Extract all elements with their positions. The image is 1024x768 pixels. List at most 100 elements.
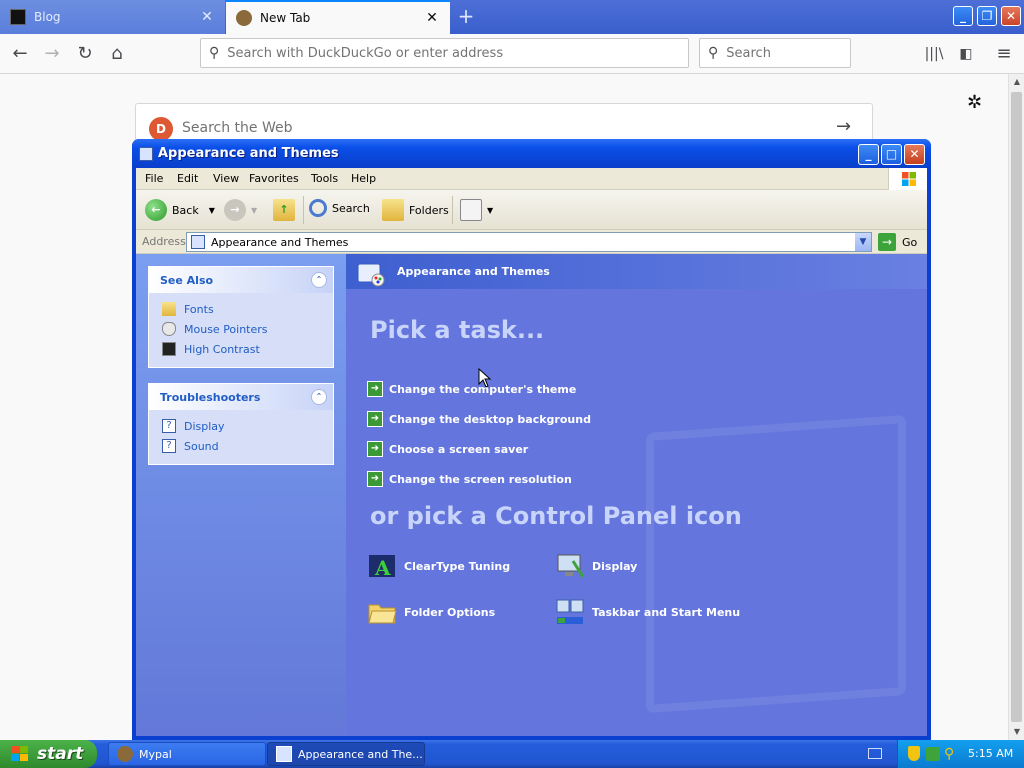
start-button[interactable]: start	[0, 740, 97, 768]
scroll-up-icon[interactable]: ▲	[1009, 74, 1024, 90]
collapse-icon[interactable]: ⌃	[311, 272, 327, 288]
toolbar-separator	[303, 196, 304, 224]
window-close-button[interactable]: ✕	[904, 144, 925, 165]
see-also-title: See Also	[160, 273, 214, 287]
high-contrast-icon	[162, 342, 176, 356]
collapse-icon[interactable]: ⌃	[311, 389, 327, 405]
folders-icon	[382, 199, 404, 221]
tab-blog[interactable]: Blog ✕	[0, 0, 225, 34]
cleartype-tuning-item[interactable]: A ClearType Tuning	[367, 551, 510, 581]
gear-icon[interactable]: ✲	[967, 92, 982, 113]
close-icon[interactable]: ✕	[424, 10, 440, 26]
task-label: Choose a screen saver	[389, 442, 529, 456]
menu-edit[interactable]: Edit	[177, 172, 198, 185]
address-field[interactable]: Appearance and Themes ▼	[186, 232, 872, 252]
back-icon[interactable]: ←	[6, 40, 34, 68]
sidebar-icon[interactable]: ◧	[952, 40, 980, 68]
see-also-high-contrast[interactable]: High Contrast	[149, 339, 333, 359]
views-button[interactable]: ▼	[460, 199, 493, 221]
chevron-down-icon[interactable]: ▼	[209, 206, 215, 215]
windows-flag-icon	[902, 172, 916, 186]
home-icon[interactable]: ⌂	[103, 40, 131, 68]
minimize-button[interactable]: _	[953, 6, 973, 26]
category-pane: Appearance and Themes Pick a task... ➜ C…	[346, 254, 927, 736]
search-icon[interactable]: ⚲	[944, 746, 954, 762]
task-screen-resolution[interactable]: ➜ Change the screen resolution	[367, 471, 572, 487]
see-also-panel: See Also ⌃ Fonts Mouse Pointers High Con…	[148, 266, 334, 368]
item-label: High Contrast	[184, 342, 260, 356]
menu-icon[interactable]: ≡	[990, 40, 1018, 68]
keyboard-icon[interactable]	[868, 748, 882, 759]
menu-tools[interactable]: Tools	[311, 172, 338, 185]
display-icon	[557, 554, 585, 578]
task-screen-saver[interactable]: ➜ Choose a screen saver	[367, 441, 528, 457]
network-icon[interactable]	[926, 747, 940, 761]
close-button[interactable]: ✕	[1001, 6, 1021, 26]
magnifier-icon	[309, 199, 327, 217]
window-maximize-button[interactable]: □	[881, 144, 902, 165]
taskbar-start-menu-item[interactable]: Taskbar and Start Menu	[555, 597, 740, 627]
folder-options-item[interactable]: Folder Options	[367, 597, 495, 627]
forward-button[interactable]: → ▼	[224, 199, 257, 221]
scroll-down-icon[interactable]: ▼	[1009, 724, 1024, 740]
appearance-window: Appearance and Themes _ □ ✕ File Edit Vi…	[132, 139, 931, 740]
arrow-right-icon: ➜	[367, 381, 383, 397]
browser-nav-bar: ← → ↻ ⌂ ⚲ Search with DuckDuckGo or ente…	[0, 34, 1024, 74]
troubleshooter-display[interactable]: ? Display	[149, 416, 333, 436]
arrow-right-icon[interactable]: →	[836, 116, 851, 137]
chevron-down-icon[interactable]: ▼	[251, 206, 257, 215]
go-arrow-icon: →	[878, 233, 896, 251]
forward-icon[interactable]: →	[38, 40, 66, 68]
arrow-right-icon: ➜	[367, 411, 383, 427]
see-also-mouse-pointers[interactable]: Mouse Pointers	[149, 319, 333, 339]
folder-up-icon: ↑	[273, 199, 295, 221]
shield-icon[interactable]	[908, 746, 920, 761]
web-search-placeholder: Search the Web	[182, 120, 293, 136]
search-placeholder: Search	[726, 45, 771, 61]
menu-file[interactable]: File	[145, 172, 163, 185]
chevron-down-icon[interactable]: ▼	[855, 233, 871, 251]
task-change-background[interactable]: ➜ Change the desktop background	[367, 411, 591, 427]
window-title-bar[interactable]: Appearance and Themes _ □ ✕	[132, 139, 931, 168]
menu-help[interactable]: Help	[351, 172, 376, 185]
search-label: Search	[332, 201, 370, 215]
close-icon[interactable]: ✕	[199, 9, 215, 25]
mypal-icon	[117, 746, 133, 762]
go-button[interactable]: → Go	[878, 233, 917, 251]
taskbar-icon	[556, 599, 584, 624]
clock: 5:15 AM	[968, 747, 1014, 760]
url-bar[interactable]: ⚲ Search with DuckDuckGo or enter addres…	[200, 38, 689, 68]
item-label: Sound	[184, 439, 219, 453]
windows-logo	[888, 168, 927, 190]
troubleshooters-header[interactable]: Troubleshooters ⌃	[149, 384, 333, 410]
reload-icon[interactable]: ↻	[71, 40, 99, 68]
restore-button[interactable]: ❐	[977, 6, 997, 26]
folders-button[interactable]: Folders	[382, 199, 449, 221]
scroll-thumb[interactable]	[1011, 92, 1022, 722]
tab-new-tab[interactable]: New Tab ✕	[226, 0, 450, 34]
chevron-down-icon: ▼	[487, 205, 494, 215]
menu-favorites[interactable]: Favorites	[249, 172, 299, 185]
troubleshooter-sound[interactable]: ? Sound	[149, 436, 333, 456]
taskbar-button-mypal[interactable]: Mypal	[108, 742, 266, 766]
search-icon: ⚲	[209, 45, 220, 61]
search-bar[interactable]: ⚲ Search	[699, 38, 851, 68]
task-change-theme[interactable]: ➜ Change the computer's theme	[367, 381, 576, 397]
page-scrollbar[interactable]: ▲ ▼	[1008, 74, 1024, 740]
window-minimize-button[interactable]: _	[858, 144, 879, 165]
library-icon[interactable]: |||\	[920, 40, 948, 68]
taskbar-button-appearance[interactable]: Appearance and The...	[267, 742, 425, 766]
pick-task-heading: Pick a task...	[370, 316, 545, 344]
search-button[interactable]: Search	[309, 199, 370, 217]
back-button[interactable]: ← Back ▼	[145, 199, 215, 221]
see-also-fonts[interactable]: Fonts	[149, 299, 333, 319]
menu-view[interactable]: View	[213, 172, 239, 185]
new-tab-button[interactable]: +	[455, 6, 477, 28]
up-folder-button[interactable]: ↑	[273, 199, 300, 221]
address-value: Appearance and Themes	[211, 235, 349, 249]
see-also-header[interactable]: See Also ⌃	[149, 267, 333, 293]
arrow-right-icon: ➜	[367, 471, 383, 487]
menu-bar: File Edit View Favorites Tools Help	[136, 168, 927, 190]
display-item[interactable]: Display	[555, 551, 637, 581]
toolbar-separator	[452, 196, 453, 224]
